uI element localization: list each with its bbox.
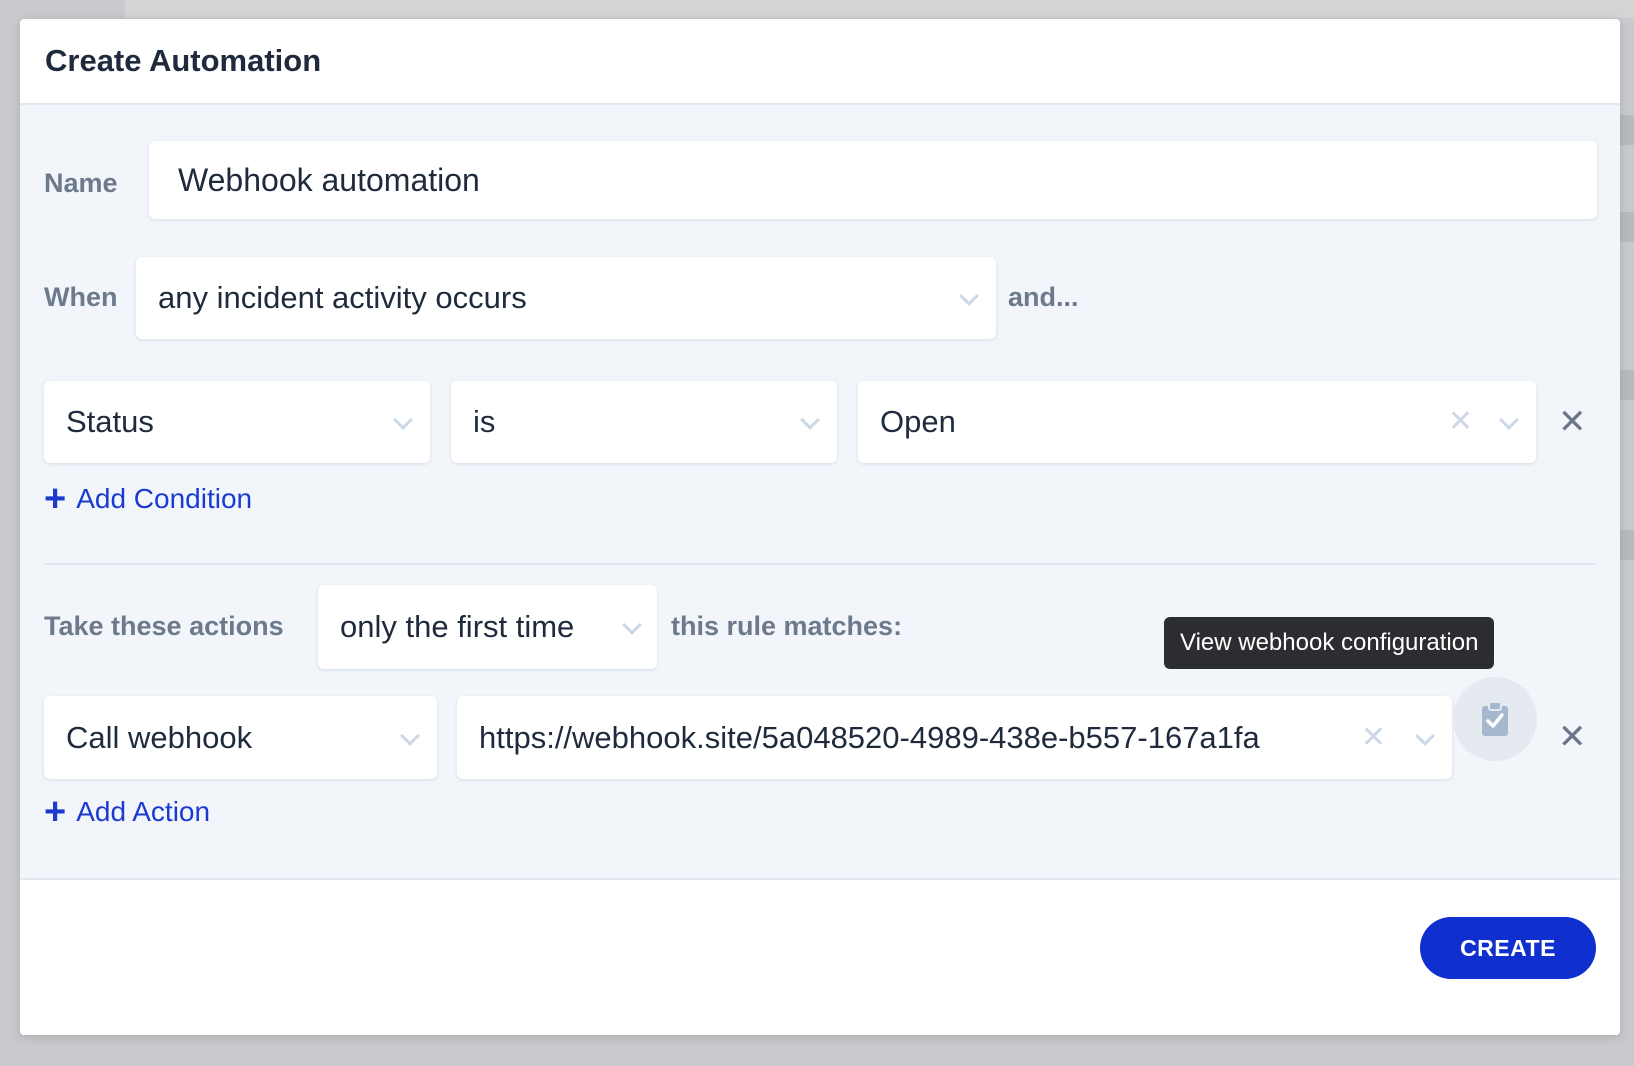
actions-label: Take these actions	[44, 611, 284, 641]
chevron-down-icon	[622, 615, 642, 635]
condition-field-select[interactable]: Status	[44, 381, 430, 463]
section-divider	[44, 563, 1596, 565]
clear-icon[interactable]: ✕	[1448, 403, 1473, 441]
action-type-value: Call webhook	[66, 719, 253, 755]
and-label: and...	[1008, 282, 1079, 312]
add-action-label: Add Action	[76, 796, 211, 827]
modal-body: Name Webhook automation When any inciden…	[20, 105, 1620, 880]
backdrop-row	[1620, 115, 1634, 145]
remove-condition-close-icon[interactable]: ✕	[1558, 403, 1587, 441]
plus-icon: +	[44, 478, 67, 520]
add-condition-link[interactable]: + Add Condition	[44, 478, 253, 520]
condition-field-value: Status	[66, 404, 154, 439]
backdrop-row	[1620, 530, 1634, 560]
name-label: Name	[44, 168, 118, 198]
view-webhook-config-button[interactable]	[1453, 677, 1537, 761]
add-condition-label: Add Condition	[76, 483, 253, 514]
frequency-select-value: only the first time	[340, 609, 575, 644]
add-action-link[interactable]: + Add Action	[44, 791, 211, 833]
name-input[interactable]: Webhook automation	[149, 141, 1597, 219]
clipboard-check-icon	[1482, 701, 1508, 736]
modal-header: Create Automation	[20, 19, 1620, 105]
view-webhook-config-tooltip: View webhook configuration	[1164, 617, 1495, 669]
condition-operator-select[interactable]: is	[451, 381, 837, 463]
name-input-value: Webhook automation	[178, 161, 480, 198]
backdrop-header-strip	[125, 0, 1634, 18]
trigger-select[interactable]: any incident activity occurs	[136, 257, 996, 339]
remove-action-close-icon[interactable]: ✕	[1558, 718, 1587, 756]
webhook-url-select[interactable]: https://webhook.site/5a048520-4989-438e-…	[457, 696, 1452, 779]
webhook-url-value: https://webhook.site/5a048520-4989-438e-…	[479, 719, 1260, 755]
clear-icon[interactable]: ✕	[1361, 719, 1386, 757]
plus-icon: +	[44, 791, 67, 833]
backdrop-row	[1620, 212, 1634, 242]
create-button[interactable]: CREATE	[1420, 917, 1596, 979]
chevron-down-icon	[800, 410, 820, 430]
condition-value: Open	[880, 404, 956, 439]
condition-operator-value: is	[473, 404, 496, 439]
backdrop-row	[1620, 370, 1634, 400]
frequency-select[interactable]: only the first time	[318, 585, 657, 669]
modal-title: Create Automation	[45, 43, 322, 78]
when-label: When	[44, 282, 118, 312]
action-type-select[interactable]: Call webhook	[44, 696, 437, 779]
chevron-down-icon	[959, 286, 979, 306]
rule-matches-label: this rule matches:	[671, 611, 903, 641]
condition-value-select[interactable]: Open ✕	[858, 381, 1536, 463]
chevron-down-icon	[1499, 410, 1519, 430]
create-automation-modal: Create Automation Name Webhook automatio…	[20, 19, 1620, 1035]
chevron-down-icon	[1415, 725, 1435, 746]
trigger-select-value: any incident activity occurs	[158, 280, 527, 315]
chevron-down-icon	[393, 410, 413, 430]
chevron-down-icon	[400, 725, 420, 746]
